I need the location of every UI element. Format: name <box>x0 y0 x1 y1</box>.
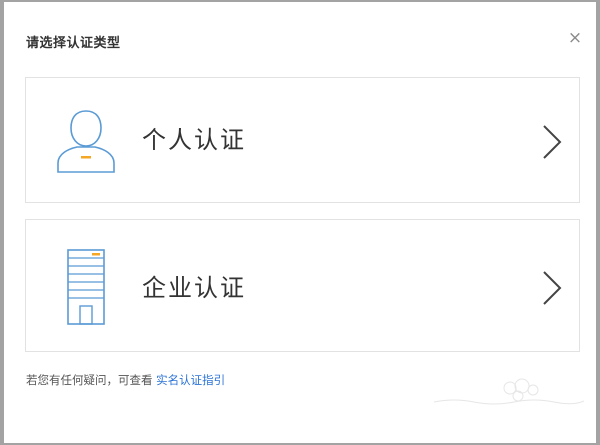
help-text: 若您有任何疑问，可查看 <box>26 373 157 387</box>
chevron-right-icon <box>543 271 562 305</box>
company-auth-label: 企业认证 <box>142 274 246 302</box>
auth-guide-link[interactable]: 实名认证指引 <box>156 373 225 387</box>
building-icon <box>67 249 105 325</box>
watermark-decoration <box>434 378 584 405</box>
personal-auth-label: 个人认证 <box>142 126 246 154</box>
chevron-right-icon <box>543 125 562 159</box>
auth-type-dialog: 请选择认证类型 × 个人认证 企业认证 若您有任何疑问，可查看 实名认证指引 <box>4 2 596 443</box>
close-icon[interactable]: × <box>566 29 584 47</box>
dialog-title: 请选择认证类型 <box>26 36 121 51</box>
help-footer: 若您有任何疑问，可查看 实名认证指引 <box>26 372 225 388</box>
company-auth-option[interactable]: 企业认证 <box>25 219 580 352</box>
person-icon <box>57 110 115 173</box>
personal-auth-option[interactable]: 个人认证 <box>25 77 580 203</box>
